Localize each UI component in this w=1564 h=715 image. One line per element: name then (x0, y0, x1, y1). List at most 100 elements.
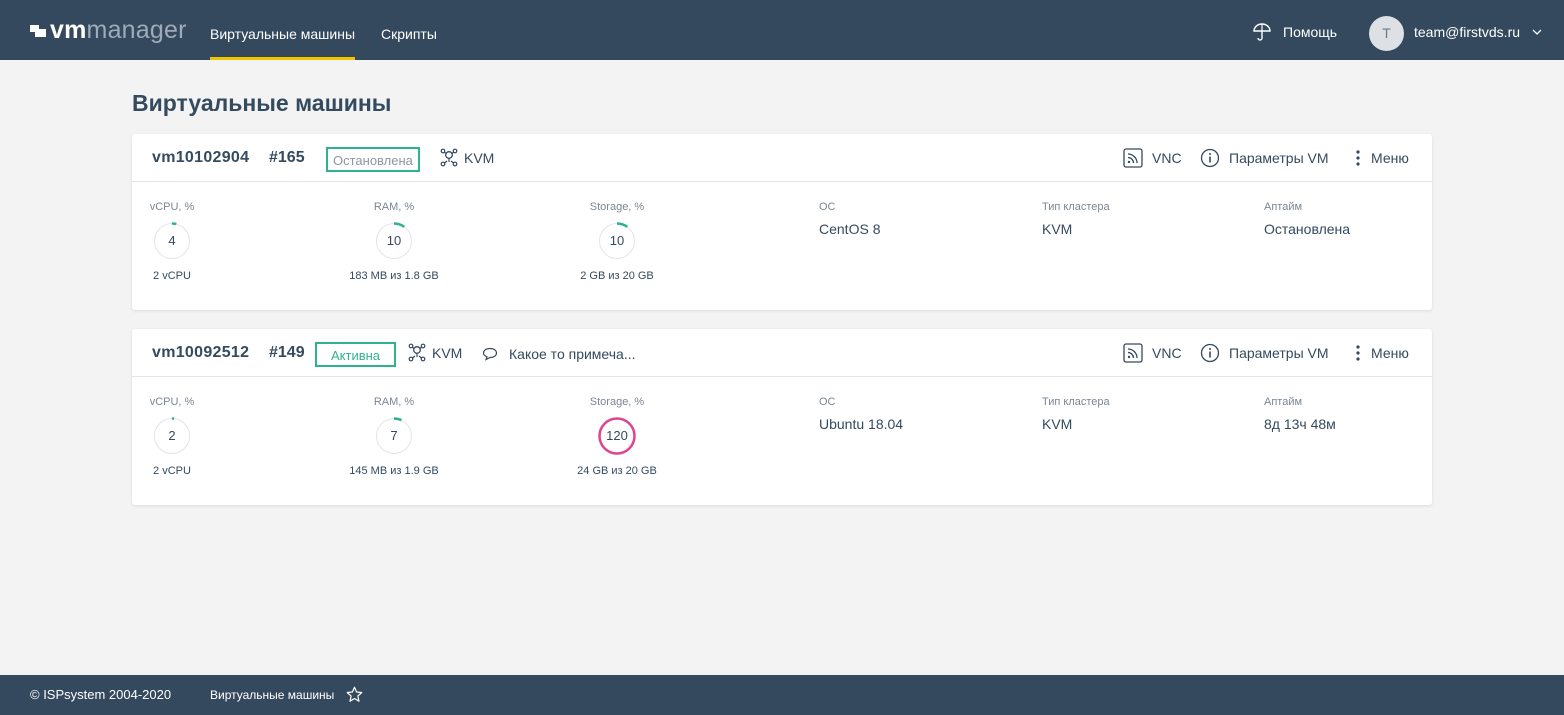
info-value: KVM (1042, 221, 1073, 237)
metric-label: Storage, % (589, 396, 645, 408)
metric-label: RAM, % (373, 396, 415, 408)
uptime-info: Аптайм Остановлена (1264, 201, 1350, 237)
logo-mark-icon (30, 23, 46, 37)
metric-value: 2 (168, 428, 176, 443)
vm-id: #149 (269, 344, 305, 361)
user-menu[interactable]: team@firstvds.ru (1414, 24, 1542, 40)
vmmanager-logo[interactable]: vmmanager (30, 17, 187, 43)
storage-metric: Storage, % 10 2 GB из 20 GB (562, 201, 672, 282)
metric-detail: 2 vCPU (153, 465, 191, 477)
metric-label: vCPU, % (149, 396, 195, 408)
metric-detail: 2 GB из 20 GB (580, 270, 654, 282)
os-info: ОС Ubuntu 18.04 (819, 396, 903, 432)
vm-name[interactable]: vm10092512 (152, 344, 249, 362)
vm-params-label: Параметры VM (1229, 150, 1329, 166)
star-icon[interactable] (346, 686, 363, 703)
cluster-info: Тип кластера KVM (1042, 396, 1110, 432)
vm-card-header: vm10102904 #165 Остановлена KVM VNC Пара… (132, 134, 1432, 182)
vm-card-header: vm10092512 #149 Активна KVM Какое то при… (132, 329, 1432, 377)
info-icon (1200, 148, 1220, 168)
cluster-label: KVM (464, 150, 495, 166)
metric-value: 4 (168, 233, 176, 248)
info-label: ОС (819, 201, 836, 213)
metric-label: vCPU, % (149, 201, 195, 213)
vm-menu-label: Меню (1371, 345, 1409, 361)
vm-card: vm10102904 #165 Остановлена KVM VNC Пара… (132, 134, 1432, 310)
info-value: CentOS 8 (819, 221, 881, 237)
cluster-icon (440, 148, 458, 167)
metric-detail: 145 MB из 1.9 GB (349, 465, 439, 477)
usage-ring: 7 (375, 417, 413, 455)
vnc-button[interactable]: VNC (1123, 147, 1182, 169)
uptime-info: Аптайм 8д 13ч 48м (1264, 396, 1336, 432)
top-navigation-bar: vmmanager Виртуальные машины Скрипты Пом… (0, 0, 1564, 60)
usage-ring: 4 (153, 222, 191, 260)
vm-menu-button[interactable]: Меню (1354, 342, 1409, 364)
cluster-info: Тип кластера KVM (1042, 201, 1110, 237)
metric-detail: 2 vCPU (153, 270, 191, 282)
comment-icon (482, 347, 498, 361)
info-label: Аптайм (1264, 201, 1303, 213)
tab-virtual-machines[interactable]: Виртуальные машины (210, 0, 356, 60)
usage-ring: 10 (375, 222, 413, 260)
chevron-down-icon (1532, 29, 1542, 35)
status-badge: Остановлена (326, 147, 420, 172)
info-label: ОС (819, 396, 836, 408)
vnc-icon (1123, 343, 1143, 363)
info-value: KVM (1042, 416, 1073, 432)
cluster-type: KVM (408, 343, 462, 363)
metric-value: 7 (390, 428, 398, 443)
metric-label: Storage, % (589, 201, 645, 213)
tab-scripts[interactable]: Скрипты (381, 0, 437, 60)
logo-text: vmmanager (50, 16, 187, 44)
status-badge: Активна (315, 342, 397, 367)
cluster-type: KVM (440, 148, 494, 168)
user-email: team@firstvds.ru (1414, 24, 1521, 40)
help-label: Помощь (1283, 24, 1338, 40)
info-value: 8д 13ч 48м (1264, 416, 1336, 432)
vnc-label: VNC (1152, 345, 1182, 361)
usage-ring: 2 (153, 417, 191, 455)
usage-ring: 120 (598, 417, 636, 455)
info-value: Ubuntu 18.04 (819, 416, 904, 432)
info-value: Остановлена (1264, 221, 1351, 237)
info-label: Тип кластера (1042, 396, 1110, 408)
metric-detail: 183 MB из 1.8 GB (349, 270, 439, 282)
vnc-label: VNC (1152, 150, 1182, 166)
vm-params-button[interactable]: Параметры VM (1200, 342, 1329, 364)
vm-note[interactable]: Какое то примеча... (482, 346, 636, 362)
usage-ring: 10 (598, 222, 636, 260)
vm-card: vm10092512 #149 Активна KVM Какое то при… (132, 329, 1432, 505)
vm-menu-label: Меню (1371, 150, 1409, 166)
footer-bar: © ISPsystem 2004-2020 Виртуальные машины (0, 675, 1564, 715)
info-label: Тип кластера (1042, 201, 1110, 213)
vm-id: #165 (269, 149, 305, 166)
vm-params-button[interactable]: Параметры VM (1200, 147, 1329, 169)
vm-menu-button[interactable]: Меню (1354, 147, 1409, 169)
page-title: Виртуальные машины (132, 90, 392, 116)
cpu-metric: vCPU, % 2 2 vCPU (117, 396, 227, 477)
os-info: ОС CentOS 8 (819, 201, 880, 237)
metric-value: 120 (606, 428, 628, 443)
vm-name[interactable]: vm10102904 (152, 149, 249, 167)
info-label: Аптайм (1264, 396, 1303, 408)
info-icon (1200, 343, 1220, 363)
cluster-label: KVM (432, 345, 463, 361)
metric-detail: 24 GB из 20 GB (577, 465, 657, 477)
breadcrumb[interactable]: Виртуальные машины (210, 688, 334, 702)
vnc-icon (1123, 148, 1143, 168)
cpu-metric: vCPU, % 4 2 vCPU (117, 201, 227, 282)
metric-label: RAM, % (373, 201, 415, 213)
more-vertical-icon (1356, 345, 1360, 361)
vnc-button[interactable]: VNC (1123, 342, 1182, 364)
vm-note-text: Какое то примеча... (509, 346, 636, 362)
cluster-icon (408, 343, 426, 362)
storage-metric: Storage, % 120 24 GB из 20 GB (562, 396, 672, 477)
ram-metric: RAM, % 10 183 MB из 1.8 GB (339, 201, 449, 282)
vm-params-label: Параметры VM (1229, 345, 1329, 361)
help-button[interactable]: Помощь (1252, 22, 1337, 42)
avatar[interactable]: T (1369, 16, 1404, 51)
ram-metric: RAM, % 7 145 MB из 1.9 GB (339, 396, 449, 477)
umbrella-icon (1253, 23, 1271, 41)
copyright: © ISPsystem 2004-2020 (30, 687, 172, 702)
